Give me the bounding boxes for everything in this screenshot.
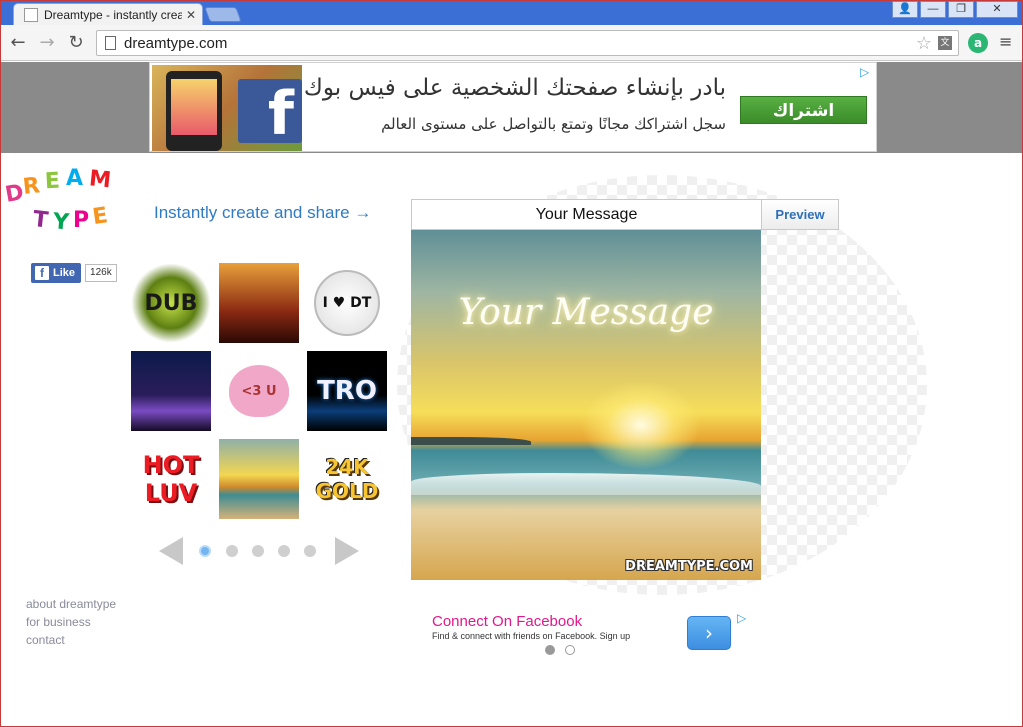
template-thumbnail[interactable] — [131, 351, 211, 431]
url-text: dreamtype.com — [124, 34, 228, 52]
business-link[interactable]: for business — [26, 613, 116, 631]
ad-subline: سجل اشتراكك مجانًا وتمتع بالتواصل على مس… — [381, 115, 726, 133]
reload-icon[interactable]: ↻ — [65, 32, 87, 54]
wave — [411, 473, 761, 495]
top-ad-band: f بادر بإنشاء صفحتك الشخصية على فيس بوك … — [1, 62, 1022, 153]
extension-icon[interactable]: a — [968, 33, 988, 53]
thumbnail-label — [219, 439, 299, 519]
connect-facebook-ad[interactable]: Connect On Facebook Find & connect with … — [426, 609, 756, 659]
ad-choices-icon[interactable]: ▷ — [737, 611, 746, 625]
tab-strip: Dreamtype - instantly crea ✕ 👤 — ❐ ✕ — [1, 1, 1022, 25]
like-label: Like — [53, 267, 76, 279]
svg-text:Y: Y — [51, 209, 71, 235]
message-canvas: Your Message DREAMTYPE.COM — [411, 230, 761, 580]
page-icon — [105, 36, 116, 50]
facebook-like-button[interactable]: f Like — [31, 263, 82, 283]
svg-text:M: M — [88, 166, 112, 193]
ad-dot[interactable] — [565, 645, 575, 655]
like-count: 126k — [85, 264, 117, 282]
template-thumbnail[interactable]: DUB — [131, 263, 211, 343]
ad-dot-active[interactable] — [545, 645, 555, 655]
menu-icon[interactable]: ≡ — [999, 33, 1013, 51]
browser-window: Dreamtype - instantly crea ✕ 👤 — ❐ ✕ ← →… — [0, 0, 1023, 727]
tagline[interactable]: Instantly create and share → — [154, 203, 371, 223]
page-dot[interactable] — [252, 545, 264, 557]
template-thumbnail[interactable]: I ♥ DT — [307, 263, 387, 343]
user-icon[interactable]: 👤 — [892, 1, 918, 18]
about-link[interactable]: about dreamtype — [26, 595, 116, 613]
sun-glow — [581, 380, 701, 470]
watermark: DREAMTYPE.COM — [625, 559, 753, 574]
thumbnail-label: <3 U — [241, 383, 277, 399]
ad-choices-icon[interactable]: ▷ — [860, 65, 874, 79]
template-thumbnail[interactable] — [219, 439, 299, 519]
back-arrow-icon[interactable]: ← — [7, 32, 29, 54]
svg-text:T: T — [32, 207, 50, 233]
maximize-button[interactable]: ❐ — [948, 1, 974, 18]
new-tab-button[interactable] — [204, 7, 242, 22]
template-thumbnail[interactable] — [219, 263, 299, 343]
facebook-like-widget: f Like 126k — [31, 263, 117, 283]
thumbnail-label: I ♥ DT — [322, 295, 372, 311]
template-thumbnail[interactable]: TRO — [307, 351, 387, 431]
next-arrow-icon[interactable] — [335, 537, 359, 565]
facebook-f-icon: f — [35, 266, 49, 280]
template-gallery: DUB I ♥ DT <3 U TRO HOT LUV 24K GOLD — [131, 263, 387, 519]
browser-toolbar: ← → ↻ dreamtype.com ☆ 文 a ≡ — [1, 25, 1022, 61]
translate-icon[interactable]: 文 — [938, 36, 952, 50]
svg-text:E: E — [91, 203, 109, 230]
template-thumbnail[interactable]: <3 U — [219, 351, 299, 431]
facebook-logo-icon: f — [238, 79, 302, 143]
previous-arrow-icon[interactable] — [159, 537, 183, 565]
bookmark-star-icon[interactable]: ☆ — [916, 33, 932, 54]
close-tab-icon[interactable]: ✕ — [186, 8, 196, 22]
dreamtype-logo[interactable]: D R E A M T Y P E — [3, 161, 137, 237]
page-dot-active[interactable] — [199, 545, 211, 557]
template-thumbnail[interactable]: HOT LUV — [131, 439, 211, 519]
thumbnail-label: DUB — [144, 290, 198, 316]
facebook-ad-banner[interactable]: f بادر بإنشاء صفحتك الشخصية على فيس بوك … — [149, 62, 877, 152]
minimize-button[interactable]: — — [920, 1, 946, 18]
distant-hill — [411, 437, 531, 445]
ad-headline: بادر بإنشاء صفحتك الشخصية على فيس بوك — [303, 75, 726, 101]
page-dot[interactable] — [304, 545, 316, 557]
footer-links: about dreamtype for business contact — [26, 595, 116, 649]
thumbnail-label: 24K GOLD — [315, 455, 379, 503]
gallery-pager — [159, 537, 359, 567]
svg-text:A: A — [66, 166, 83, 191]
thumbnail-label: HOT LUV — [142, 451, 200, 507]
page-icon — [24, 7, 38, 22]
page-dot[interactable] — [226, 545, 238, 557]
svg-text:R: R — [22, 173, 42, 200]
ad-subscribe-button[interactable]: اشتراك — [740, 96, 867, 124]
svg-text:E: E — [44, 169, 60, 195]
canvas-message-text: Your Message — [458, 292, 714, 333]
preview-button[interactable]: Preview — [761, 199, 839, 230]
svg-text:P: P — [73, 208, 89, 233]
window-controls: 👤 — ❐ ✕ — [890, 1, 1018, 18]
ad-title[interactable]: Connect On Facebook — [432, 613, 582, 630]
thumbnail-label: TRO — [317, 376, 377, 406]
phone-screen — [171, 79, 217, 135]
template-thumbnail[interactable]: 24K GOLD — [307, 439, 387, 519]
ad-go-button[interactable]: › — [687, 616, 731, 650]
page-dot[interactable] — [278, 545, 290, 557]
contact-link[interactable]: contact — [26, 631, 116, 649]
ad-text: Find & connect with friends on Facebook.… — [432, 631, 631, 641]
close-window-button[interactable]: ✕ — [976, 1, 1018, 18]
thumbnail-label — [131, 351, 211, 431]
address-bar[interactable]: dreamtype.com ☆ 文 — [96, 30, 959, 56]
thumbnail-label — [219, 263, 299, 343]
tab-dreamtype[interactable]: Dreamtype - instantly crea ✕ — [13, 3, 203, 25]
tab-title: Dreamtype - instantly crea — [44, 7, 182, 22]
forward-arrow-icon[interactable]: → — [36, 32, 58, 54]
phone-image: f — [152, 65, 302, 151]
message-input[interactable]: Your Message — [411, 199, 762, 230]
